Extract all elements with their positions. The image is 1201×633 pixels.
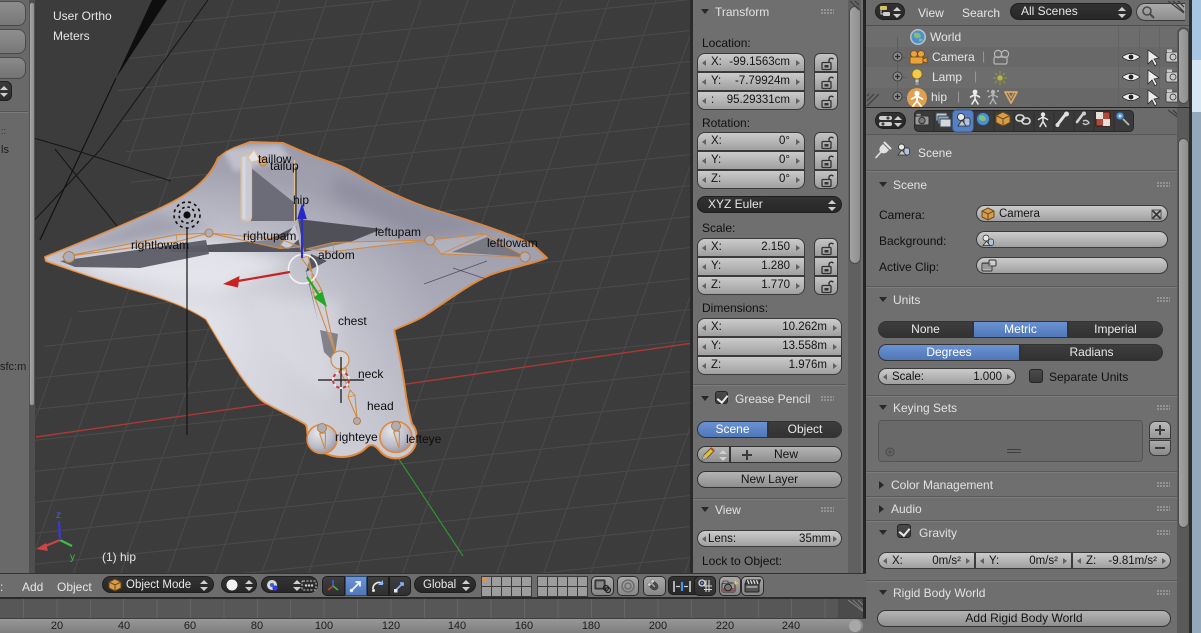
svg-text:head: head xyxy=(367,399,394,413)
svg-text:hip: hip xyxy=(293,193,309,207)
svg-text:lefteye: lefteye xyxy=(406,432,442,446)
svg-text:leftlowam: leftlowam xyxy=(487,236,538,250)
svg-text:neck: neck xyxy=(358,367,384,381)
svg-text:righteye: righteye xyxy=(335,430,378,444)
svg-text:abdom: abdom xyxy=(318,248,355,262)
svg-text:leftupam: leftupam xyxy=(375,225,421,239)
svg-text:tailup: tailup xyxy=(270,159,299,173)
svg-text:y: y xyxy=(70,552,75,563)
svg-text:rightlowam: rightlowam xyxy=(131,238,189,252)
svg-text:rightupam: rightupam xyxy=(243,229,296,243)
svg-text:z: z xyxy=(56,510,61,521)
svg-text:chest: chest xyxy=(338,314,367,328)
